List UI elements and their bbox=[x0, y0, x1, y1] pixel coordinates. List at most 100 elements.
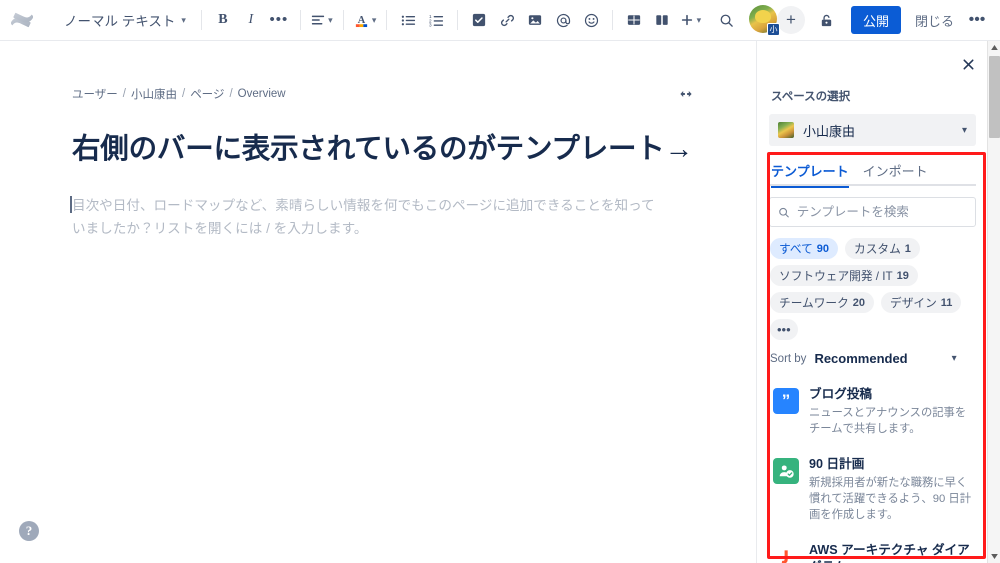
panel-close-button[interactable] bbox=[961, 57, 976, 76]
chevron-down-icon: ▾ bbox=[951, 353, 957, 364]
confluence-logo[interactable] bbox=[0, 0, 44, 41]
bullet-list-button[interactable] bbox=[394, 6, 422, 34]
toolbar-left-group: ノーマル テキスト ▾ B I ••• ▾ A ▾ 1 2 3 ▾ bbox=[0, 0, 704, 40]
help-button[interactable]: ? bbox=[19, 521, 39, 541]
search-input[interactable] bbox=[796, 205, 967, 219]
bold-icon: B bbox=[218, 12, 228, 27]
plus-icon bbox=[681, 14, 692, 26]
template-search[interactable] bbox=[769, 197, 976, 227]
chevron-down-icon: ▾ bbox=[371, 14, 377, 25]
numbered-list-icon: 1 2 3 bbox=[429, 14, 443, 27]
chip-teamwork[interactable]: チームワーク 20 bbox=[770, 292, 875, 313]
table-icon bbox=[628, 15, 641, 25]
numbered-list-button[interactable]: 1 2 3 bbox=[422, 6, 450, 34]
scrollbar-thumb[interactable] bbox=[989, 56, 1000, 138]
chip-more-button[interactable]: ••• bbox=[770, 319, 798, 340]
person-check-icon bbox=[773, 458, 799, 485]
list-item[interactable]: ” ブログ投稿 ニュースとアナウンスの記事をチームで共有します。 bbox=[769, 381, 976, 442]
link-button[interactable] bbox=[493, 6, 521, 34]
chevron-down-icon: ▾ bbox=[328, 14, 333, 25]
table-button[interactable] bbox=[620, 6, 648, 34]
restrictions-button[interactable] bbox=[813, 6, 841, 34]
italic-button[interactable]: I bbox=[237, 6, 265, 34]
toolbar-divider bbox=[342, 10, 344, 30]
image-icon bbox=[529, 15, 542, 25]
scroll-up-button[interactable] bbox=[988, 41, 1000, 54]
expand-width-button[interactable] bbox=[678, 88, 694, 103]
more-formatting-button[interactable]: ••• bbox=[265, 6, 293, 34]
search-button[interactable] bbox=[713, 6, 741, 34]
text-style-select[interactable]: ノーマル テキスト ▾ bbox=[56, 6, 194, 34]
bullet-list-icon bbox=[401, 15, 415, 25]
tab-import[interactable]: インポート bbox=[863, 161, 928, 186]
page-body-placeholder[interactable]: 目次や日付、ロードマップなど、素晴らしい情報を何でもこのページに追加できることを… bbox=[70, 194, 662, 241]
svg-text:A: A bbox=[358, 15, 366, 26]
space-name: 小山康由 bbox=[803, 123, 856, 139]
text-align-button[interactable]: ▾ bbox=[308, 6, 336, 34]
layout-button[interactable] bbox=[648, 6, 676, 34]
text-color-button[interactable]: A ▾ bbox=[351, 6, 380, 34]
chip-design[interactable]: デザイン 11 bbox=[881, 292, 962, 313]
chip-count: 19 bbox=[896, 269, 909, 282]
bold-button[interactable]: B bbox=[209, 6, 237, 34]
help-icon: ? bbox=[25, 523, 33, 538]
breadcrumb-item-pages[interactable]: ページ bbox=[190, 86, 224, 102]
editor-canvas[interactable]: ユーザー / 小山康由 / ページ / Overview 右側のバーに表示されて… bbox=[0, 41, 756, 563]
tab-templates[interactable]: テンプレート bbox=[771, 161, 849, 188]
template-list: ” ブログ投稿 ニュースとアナウンスの記事をチームで共有します。 90 日計画 … bbox=[769, 381, 976, 563]
emoji-button[interactable] bbox=[577, 6, 605, 34]
breadcrumb-separator: / bbox=[229, 88, 233, 100]
list-item-text: 90 日計画 新規採用者が新たな職務に早く慣れて活躍できるよう、90 日計画を作… bbox=[809, 456, 974, 523]
svg-text:3: 3 bbox=[429, 22, 432, 27]
plus-icon: + bbox=[786, 10, 796, 29]
toolbar-divider bbox=[612, 10, 614, 30]
align-left-icon bbox=[312, 15, 325, 25]
space-select[interactable]: 小山康由 ▾ bbox=[769, 114, 976, 146]
emoji-icon bbox=[584, 13, 599, 27]
page-title[interactable]: 右側のバーに表示されているのがテンプレート→ bbox=[72, 132, 696, 168]
aws-glyph bbox=[781, 550, 788, 563]
publish-button[interactable]: 公開 bbox=[850, 6, 901, 34]
more-options-button[interactable]: ••• bbox=[964, 6, 990, 34]
insert-more-button[interactable]: ▾ bbox=[676, 6, 704, 34]
chip-custom[interactable]: カスタム 1 bbox=[845, 238, 920, 259]
sort-label: Sort by bbox=[770, 352, 807, 365]
breadcrumb-item-overview[interactable]: Overview bbox=[238, 88, 286, 100]
editor-toolbar: ノーマル テキスト ▾ B I ••• ▾ A ▾ 1 2 3 ▾ 小 + 公開… bbox=[0, 0, 1000, 41]
chip-software-it[interactable]: ソフトウェア開発 / IT 19 bbox=[770, 265, 918, 286]
toolbar-right-group: 小 + 公開 閉じる ••• bbox=[713, 0, 1000, 40]
sort-select[interactable]: Recommended ▾ bbox=[814, 351, 956, 366]
close-icon bbox=[963, 59, 974, 70]
chip-all[interactable]: すべて 90 bbox=[770, 238, 839, 259]
task-list-button[interactable] bbox=[465, 6, 493, 34]
chip-count: 1 bbox=[904, 242, 911, 255]
sort-value: Recommended bbox=[814, 351, 908, 366]
list-item[interactable]: 90 日計画 新規採用者が新たな職務に早く慣れて活躍できるよう、90 日計画を作… bbox=[769, 451, 976, 528]
add-person-button[interactable]: + bbox=[776, 6, 805, 34]
space-avatar-icon bbox=[778, 122, 794, 138]
search-icon bbox=[779, 207, 789, 217]
chip-count: 20 bbox=[852, 296, 866, 309]
text-color-icon: A bbox=[355, 15, 368, 28]
close-editor-button[interactable]: 閉じる bbox=[905, 6, 964, 34]
breadcrumb-separator: / bbox=[181, 88, 186, 100]
image-button[interactable] bbox=[521, 6, 549, 34]
template-description: ニュースとアナウンスの記事をチームで共有します。 bbox=[809, 407, 967, 436]
search-icon bbox=[721, 14, 734, 27]
breadcrumb-item-user[interactable]: 小山康由 bbox=[131, 86, 177, 102]
avatar[interactable]: 小 bbox=[748, 5, 780, 36]
breadcrumb: ユーザー / 小山康由 / ページ / Overview bbox=[72, 86, 696, 102]
mention-button[interactable] bbox=[549, 6, 577, 34]
chip-label: カスタム bbox=[854, 243, 901, 256]
toolbar-divider bbox=[457, 10, 459, 30]
confluence-logo-icon bbox=[11, 12, 33, 28]
list-item[interactable]: AWS アーキテクチャ ダイアグラム インフラストラクチャを可視化して弱点を特定… bbox=[769, 537, 976, 563]
scroll-down-button[interactable] bbox=[988, 550, 1000, 563]
aws-diagram-icon bbox=[773, 544, 799, 563]
page-scrollbar[interactable] bbox=[987, 41, 1000, 563]
ellipsis-icon: ••• bbox=[269, 11, 289, 28]
chevron-down-icon: ▾ bbox=[961, 124, 967, 136]
breadcrumb-item-users[interactable]: ユーザー bbox=[72, 86, 118, 102]
chevron-down-icon bbox=[991, 554, 998, 559]
chip-label: デザイン bbox=[890, 297, 937, 310]
